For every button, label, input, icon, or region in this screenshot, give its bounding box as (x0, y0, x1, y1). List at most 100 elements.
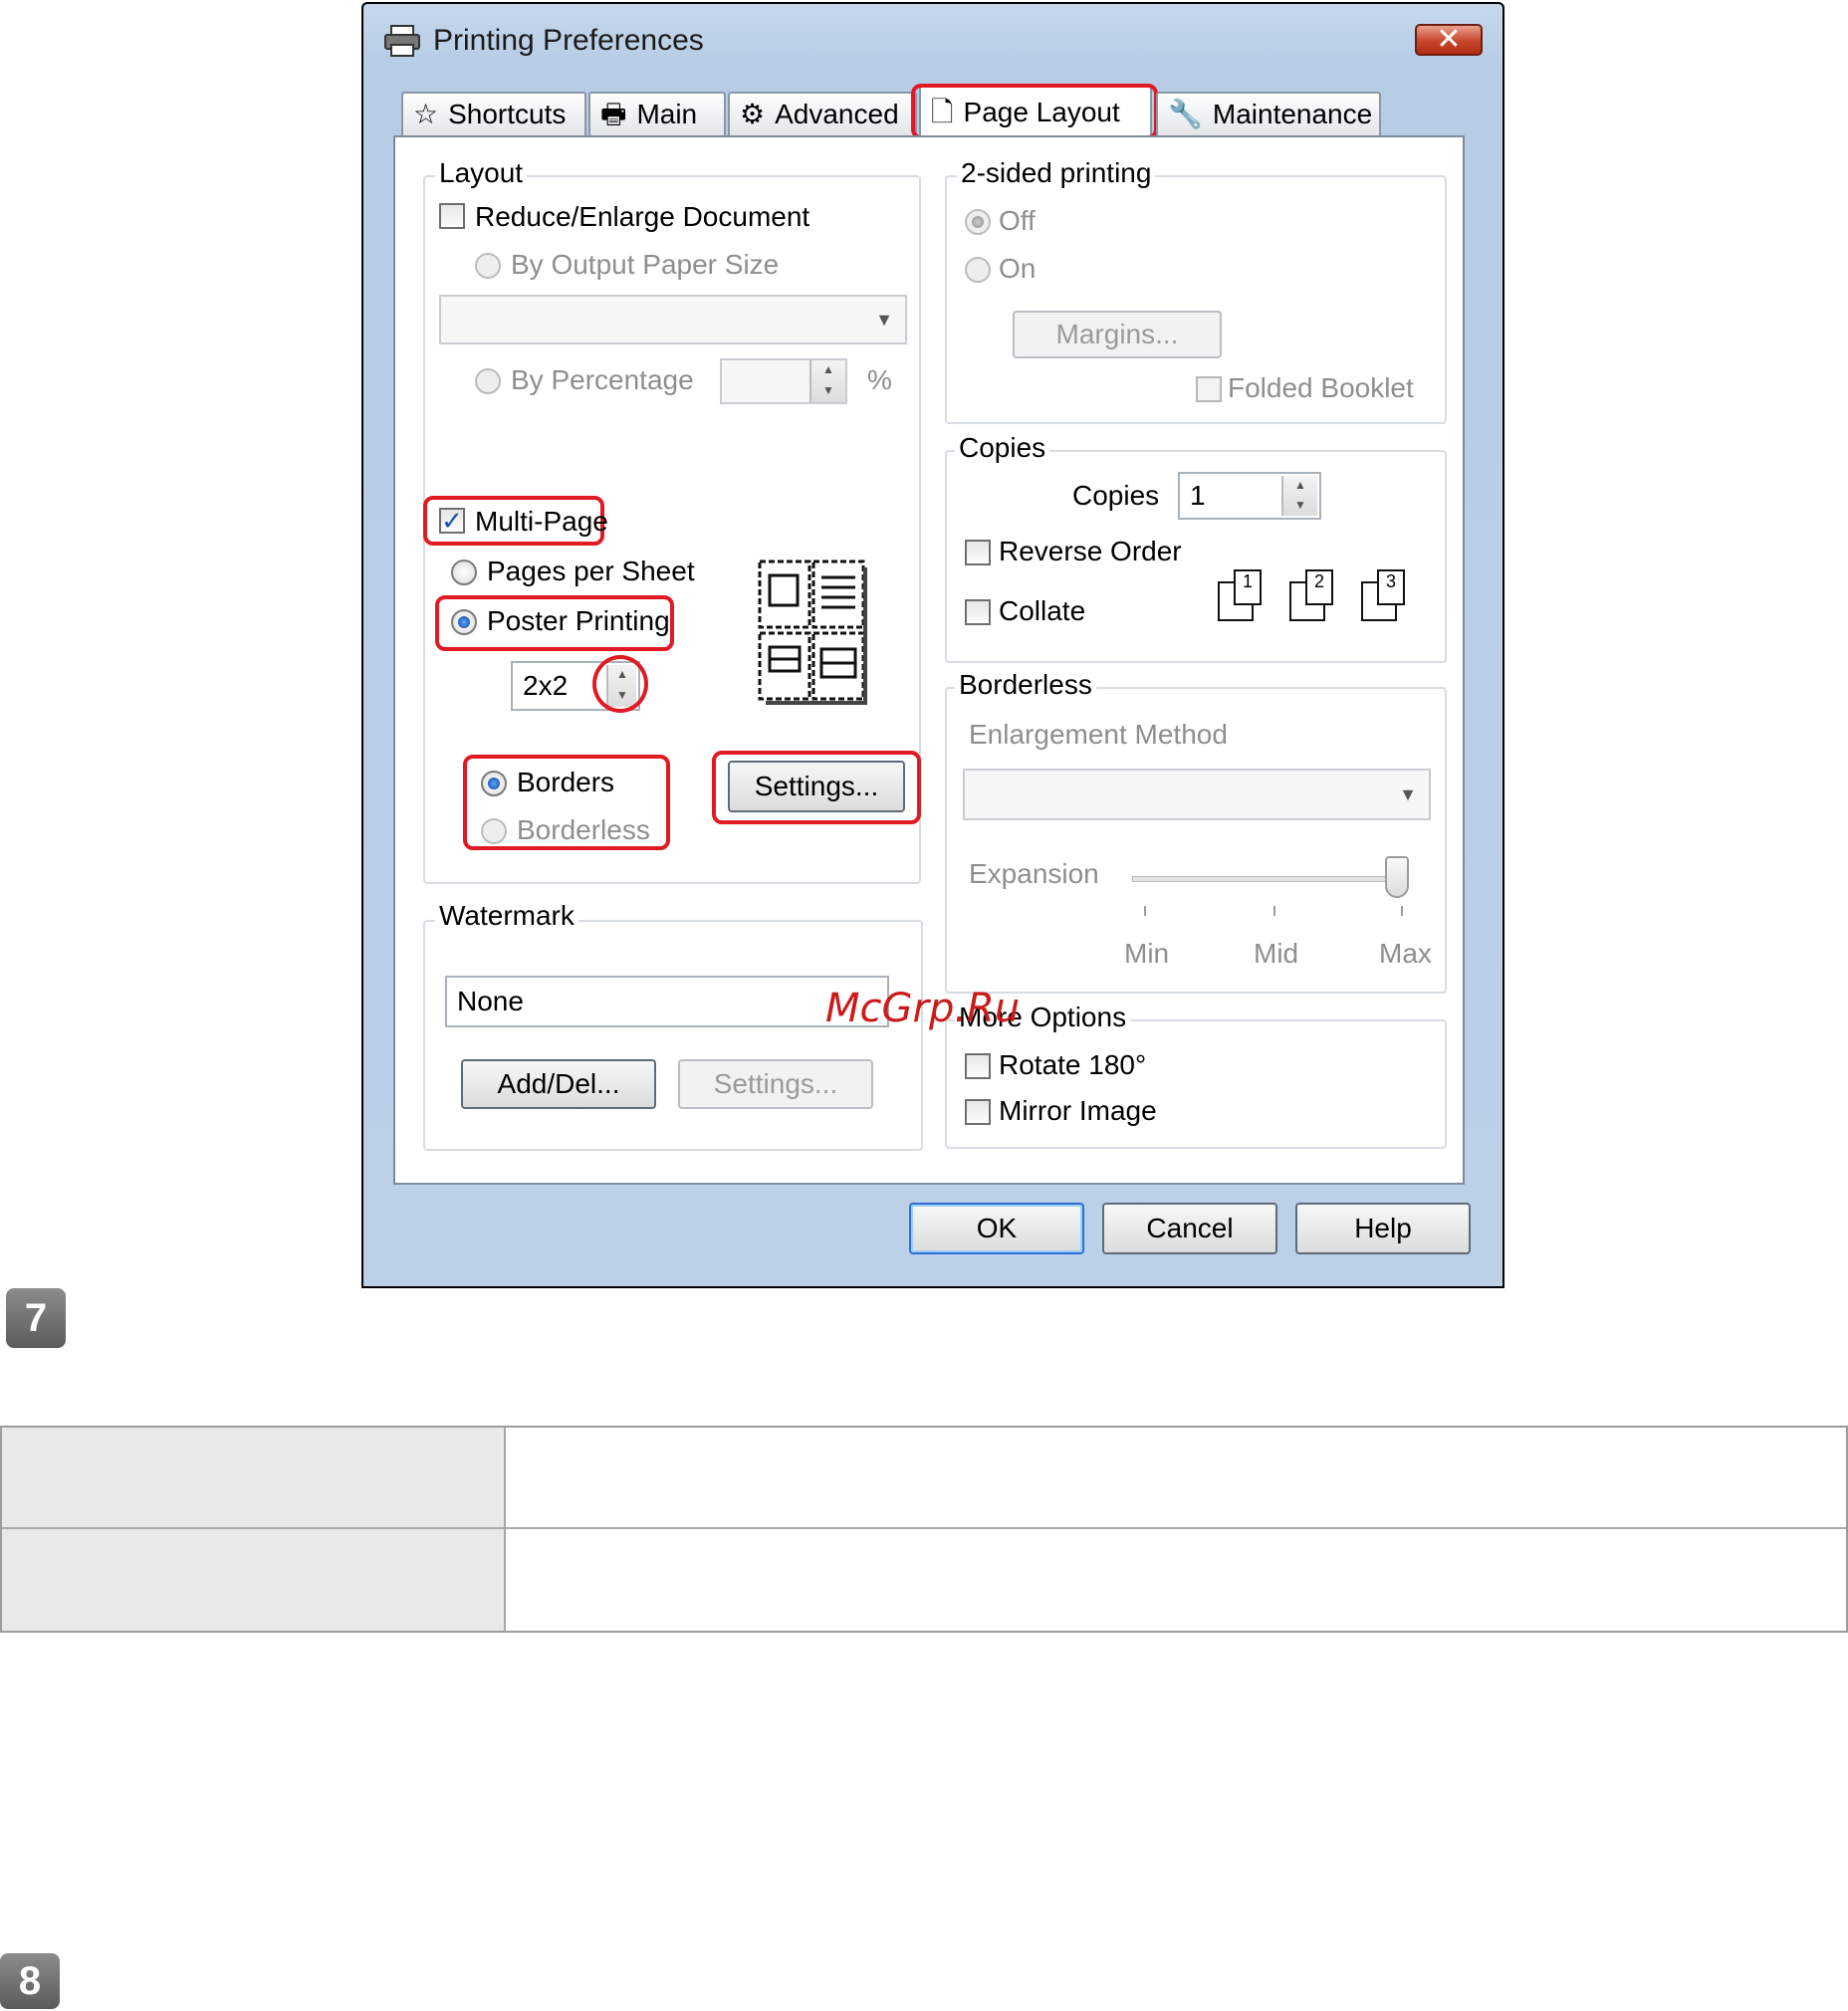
add-del-button[interactable]: Add/Del... (461, 1059, 656, 1109)
collate-checkbox[interactable] (965, 599, 991, 625)
watermark-value: None (457, 986, 524, 1016)
step-8-badge: 8 (0, 1953, 60, 2009)
copies-legend: Copies (955, 432, 1050, 464)
tab-label: Main (636, 99, 698, 129)
two-sided-legend: 2-sided printing (957, 157, 1156, 189)
by-percentage-label: By Percentage (511, 364, 694, 395)
watermark-settings-button[interactable]: Settings... (678, 1059, 873, 1109)
expansion-max-label: Max (1379, 938, 1432, 969)
reverse-order-label: Reverse Order (999, 536, 1182, 566)
page-number: 2 (1305, 569, 1333, 605)
tab-label: Maintenance (1212, 99, 1373, 129)
percent-symbol: % (867, 364, 892, 395)
folded-booklet-label: Folded Booklet (1228, 372, 1414, 403)
table-row-header-cell (2, 1529, 506, 1631)
reduce-enlarge-checkbox[interactable] (439, 203, 465, 229)
enlargement-method-label: Enlargement Method (969, 719, 1228, 750)
poster-printing-label: Poster Printing (487, 605, 670, 636)
tab-advanced[interactable]: ⚙ Advanced (728, 92, 917, 135)
by-output-paper-size-label: By Output Paper Size (511, 249, 780, 280)
copies-spinner[interactable]: ▲ ▼ (1281, 476, 1317, 516)
gear-printer-icon: ⚙ (740, 99, 766, 129)
reduce-enlarge-label: Reduce/Enlarge Document (475, 201, 810, 232)
spinner-highlight (592, 655, 648, 713)
output-paper-size-select[interactable]: ▼ (439, 295, 907, 344)
printer-icon: 🖶 (600, 99, 627, 129)
layout-legend: Layout (435, 157, 528, 189)
chevron-down-icon: ▼ (875, 309, 893, 330)
poster-preview-icon (758, 559, 867, 705)
enlargement-method-select[interactable]: ▼ (963, 769, 1431, 820)
by-output-paper-size-radio[interactable] (475, 253, 501, 279)
close-button[interactable]: ✕ (1415, 24, 1483, 56)
table-row-value-cell (506, 1428, 1846, 1529)
two-sided-off-label: Off (999, 205, 1036, 236)
expansion-slider-thumb[interactable] (1385, 856, 1409, 898)
star-icon: ☆ (413, 99, 439, 129)
spin-down-icon: ▼ (1294, 498, 1306, 512)
tab-label: Shortcuts (448, 99, 567, 129)
poster-settings-button[interactable]: Settings... (728, 761, 905, 812)
by-percentage-radio[interactable] (475, 368, 501, 394)
margins-button[interactable]: Margins... (1013, 311, 1222, 358)
table-row-header-cell (2, 1428, 506, 1529)
borderless-label: Borderless (517, 814, 650, 845)
copies-label: Copies (1072, 480, 1160, 511)
slider-tick (1273, 906, 1275, 916)
multi-page-checkbox[interactable]: ✓ (439, 508, 465, 534)
borders-radio[interactable] (481, 771, 507, 796)
expansion-slider-track[interactable] (1132, 876, 1397, 882)
collate-label: Collate (999, 595, 1086, 626)
tab-main[interactable]: 🖶 Main (588, 92, 726, 135)
expansion-label: Expansion (969, 858, 1099, 889)
page-number: 1 (1234, 569, 1262, 605)
tab-label: Advanced (775, 99, 899, 129)
expansion-min-label: Min (1124, 938, 1170, 969)
expansion-mid-label: Mid (1254, 938, 1299, 969)
window-title: Printing Preferences (433, 24, 704, 57)
two-sided-on-radio[interactable] (965, 257, 991, 283)
borderless-legend: Borderless (955, 669, 1096, 701)
percentage-spinner[interactable]: ▲ ▼ (809, 360, 845, 402)
slider-tick (1144, 906, 1146, 916)
ok-button[interactable]: OK (909, 1203, 1084, 1254)
printer-icon (384, 25, 420, 57)
tab-maintenance[interactable]: 🔧 Maintenance (1156, 92, 1381, 135)
rotate-180-checkbox[interactable] (965, 1053, 991, 1079)
pages-per-sheet-radio[interactable] (451, 559, 477, 585)
checkmark-icon: ✓ (441, 506, 463, 536)
watermark-select[interactable]: None (445, 976, 889, 1027)
info-table (0, 1426, 1848, 1633)
borderless-radio[interactable] (481, 818, 507, 844)
pages-per-sheet-label: Pages per Sheet (487, 556, 695, 586)
help-button[interactable]: Help (1295, 1203, 1471, 1254)
spin-up-icon: ▲ (1294, 478, 1306, 492)
mirror-image-label: Mirror Image (999, 1095, 1157, 1126)
page-number: 3 (1377, 569, 1405, 605)
copies-value: 1 (1190, 480, 1206, 511)
tab-shortcuts[interactable]: ☆ Shortcuts (401, 92, 586, 135)
page-layout-panel: Layout Reduce/Enlarge Document By Output… (393, 135, 1465, 1185)
mirror-image-checkbox[interactable] (965, 1099, 991, 1125)
spin-up-icon: ▲ (822, 362, 834, 376)
wrench-icon: 🔧 (1168, 99, 1203, 129)
spin-down-icon: ▼ (822, 383, 834, 397)
folded-booklet-checkbox[interactable] (1196, 376, 1222, 402)
cancel-button[interactable]: Cancel (1102, 1203, 1277, 1254)
percentage-input[interactable]: ▲ ▼ (720, 358, 847, 404)
page-layout-tab-highlight (911, 84, 1158, 139)
slider-tick (1401, 906, 1403, 916)
printing-preferences-dialog: Printing Preferences ✕ ☆ Shortcuts 🖶 Mai… (361, 2, 1504, 1288)
collate-pages-icon: 1 2 3 (1218, 567, 1437, 627)
two-sided-on-label: On (999, 253, 1037, 284)
site-watermark: McGrp.Ru (825, 986, 1021, 1031)
chevron-down-icon: ▼ (1399, 783, 1417, 804)
watermark-legend: Watermark (435, 900, 578, 932)
reverse-order-checkbox[interactable] (965, 540, 991, 565)
multi-page-label: Multi-Page (475, 506, 608, 537)
poster-printing-radio[interactable] (451, 609, 477, 635)
two-sided-off-radio[interactable] (965, 209, 991, 235)
step-7-badge: 7 (6, 1288, 66, 1348)
watermark-group (423, 920, 923, 1151)
table-row-value-cell (506, 1529, 1846, 1631)
